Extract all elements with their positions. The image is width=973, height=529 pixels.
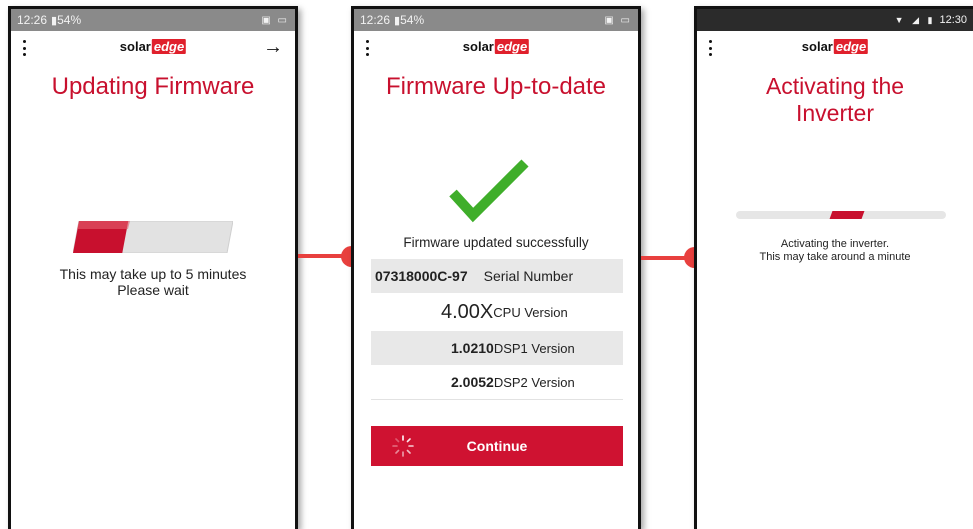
status-icons: ▣ ▭ xyxy=(604,14,632,26)
page-title: Activating the Inverter xyxy=(697,73,973,127)
table-row: 07318000C-97 Serial Number xyxy=(371,259,623,293)
success-message: Firmware updated successfully xyxy=(403,235,589,250)
page-title-line2: Inverter xyxy=(796,100,874,126)
phone-screen-updating: 12:26 ▮ 54% ▣ ▭ solar edge → Updating Fir… xyxy=(8,6,298,529)
status-time: 12:26 xyxy=(360,13,391,27)
solaredge-logo: solar edge xyxy=(119,39,187,54)
status-bar: 12:26 ▮ 54% ▣ ▭ xyxy=(11,9,295,31)
wait-message-line1: This may take up to 5 minutes xyxy=(59,266,247,282)
table-row: 4.00X CPU Version xyxy=(371,293,623,331)
app-bar: solar edge xyxy=(354,31,638,67)
status-time: 12:26 xyxy=(17,13,48,27)
serial-number-value: 07318000C-97 xyxy=(375,268,468,284)
page-title: Updating Firmware xyxy=(51,73,255,100)
app-bar: solar edge xyxy=(697,31,973,67)
activation-message-line1: Activating the inverter. xyxy=(780,238,890,250)
page-title: Firmware Up-to-date xyxy=(385,73,607,100)
continue-label: Continue xyxy=(466,438,528,454)
progress-bar xyxy=(72,220,234,254)
activation-progress-bar xyxy=(736,211,946,219)
checkmark-icon xyxy=(449,159,529,223)
status-battery: 54% xyxy=(57,13,82,27)
status-icons: ▣ ▭ xyxy=(261,14,289,26)
table-row: 1.0210 DSP1 Version xyxy=(371,331,623,365)
status-battery: 54% xyxy=(400,13,425,27)
menu-icon[interactable] xyxy=(709,40,713,56)
activation-message: Activating the inverter. This may take a… xyxy=(697,238,973,264)
loading-spinner-icon xyxy=(392,435,414,457)
solaredge-logo: solar edge xyxy=(801,39,869,54)
dsp2-version-value: 2.0052 xyxy=(451,374,494,390)
phone-screen-uptodate: 12:26 ▮ 54% ▣ ▭ solar edge Firmware Up-to… xyxy=(351,6,641,529)
wait-message: This may take up to 5 minutes Please wai… xyxy=(11,266,295,298)
continue-button[interactable]: Continue xyxy=(371,426,623,466)
cpu-version-value: 4.00X xyxy=(441,300,494,323)
phone-screen-activating: ▼ ◢ ▮ 12:30 solar edge Activating the Inv… xyxy=(694,6,973,529)
menu-icon[interactable] xyxy=(23,40,27,56)
serial-number-label: Serial Number xyxy=(483,268,574,284)
solaredge-logo: solar edge xyxy=(462,39,530,54)
table-row: 2.0052 DSP2 Version xyxy=(371,365,623,400)
page-title-line1: Activating the xyxy=(765,73,905,99)
dsp2-version-label: DSP2 Version xyxy=(493,374,575,390)
activation-message-line2: This may take around a minute xyxy=(759,251,911,263)
status-time: 12:30 xyxy=(939,14,967,26)
menu-icon[interactable] xyxy=(366,40,370,56)
arrow-right-icon[interactable]: → xyxy=(263,36,283,59)
cpu-version-label: CPU Version xyxy=(493,304,568,320)
app-bar: solar edge → xyxy=(11,31,295,67)
status-icons: ▼ ◢ ▮ xyxy=(894,14,936,25)
wait-message-line2: Please wait xyxy=(117,282,189,298)
status-bar: 12:26 ▮ 54% ▣ ▭ xyxy=(354,9,638,31)
activation-progress-indicator xyxy=(829,211,865,219)
dsp1-version-label: DSP1 Version xyxy=(493,340,575,356)
dsp1-version-value: 1.0210 xyxy=(451,340,494,356)
status-bar: ▼ ◢ ▮ 12:30 xyxy=(697,9,973,31)
version-table: 07318000C-97 Serial Number 4.00X CPU Ver… xyxy=(371,259,623,400)
